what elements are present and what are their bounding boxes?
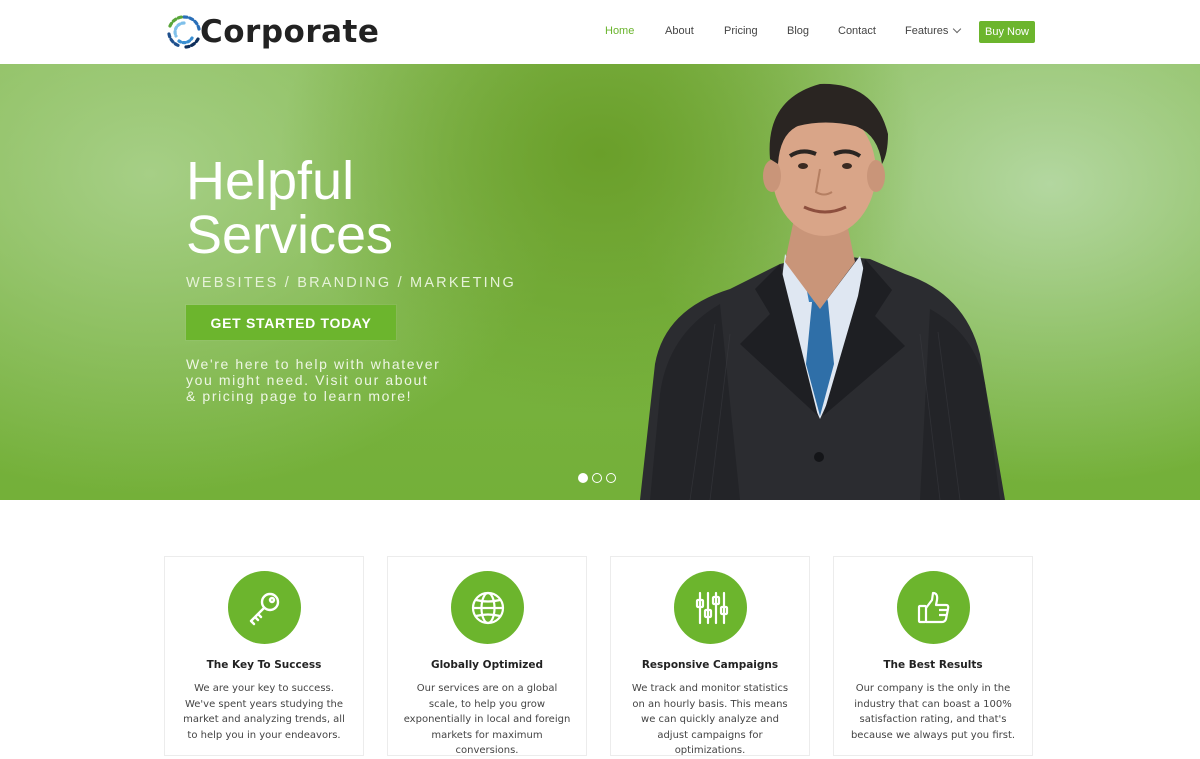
slider-dot-1[interactable] xyxy=(578,473,588,483)
hero-description: We're here to help with whatever you mig… xyxy=(186,356,446,404)
globe-icon xyxy=(451,571,524,644)
businessman-photo xyxy=(640,83,1005,500)
thumbs-up-icon xyxy=(897,571,970,644)
feature-card: The Best Results Our company is the only… xyxy=(833,556,1033,756)
hero-title: Helpful Services xyxy=(186,154,393,262)
hero-text-line-2: you might need. Visit our about xyxy=(186,372,429,388)
main-nav: Home About Pricing Blog Contact Features… xyxy=(0,21,1200,45)
slider-dots xyxy=(578,473,616,483)
hero-title-line-1: Helpful xyxy=(186,151,355,211)
hero-title-line-2: Services xyxy=(186,205,394,265)
nav-home[interactable]: Home xyxy=(605,25,634,37)
nav-features[interactable]: Features xyxy=(905,24,962,37)
slider-dot-3[interactable] xyxy=(606,473,616,483)
sliders-icon xyxy=(674,571,747,644)
hero-text-line-1: We're here to help with whatever xyxy=(186,356,441,372)
hero-text-line-3: & pricing page to learn more! xyxy=(186,388,413,404)
buy-now-button[interactable]: Buy Now xyxy=(979,21,1035,43)
feature-title: The Key To Success xyxy=(206,659,322,671)
feature-text: We track and monitor statistics on an ho… xyxy=(631,683,789,756)
feature-text: We are your key to success. We've spent … xyxy=(183,683,345,741)
feature-card: Responsive Campaigns We track and monito… xyxy=(610,556,810,756)
nav-features-label: Features xyxy=(905,25,949,37)
site-header: Corporate Home About Pricing Blog Contac… xyxy=(0,0,1200,64)
nav-pricing[interactable]: Pricing xyxy=(724,25,758,37)
feature-card: The Key To Success We are your key to su… xyxy=(164,556,364,756)
feature-card: Globally Optimized Our services are on a… xyxy=(387,556,587,756)
nav-contact[interactable]: Contact xyxy=(838,25,876,37)
hero-slider: Helpful Services WEBSITES / BRANDING / M… xyxy=(0,64,1200,500)
feature-text: Our services are on a global scale, to h… xyxy=(403,683,571,756)
feature-title: Responsive Campaigns xyxy=(641,659,779,671)
get-started-button[interactable]: GET STARTED TODAY xyxy=(186,305,396,340)
feature-text: Our company is the only in the industry … xyxy=(850,683,1016,741)
nav-about[interactable]: About xyxy=(665,25,694,37)
feature-title: Globally Optimized xyxy=(430,659,544,671)
chevron-down-icon xyxy=(953,24,962,34)
nav-blog[interactable]: Blog xyxy=(787,25,809,37)
slider-dot-2[interactable] xyxy=(592,473,602,483)
hero-subtitle: WEBSITES / BRANDING / MARKETING xyxy=(186,275,517,291)
key-icon xyxy=(228,571,301,644)
feature-title: The Best Results xyxy=(883,659,983,671)
